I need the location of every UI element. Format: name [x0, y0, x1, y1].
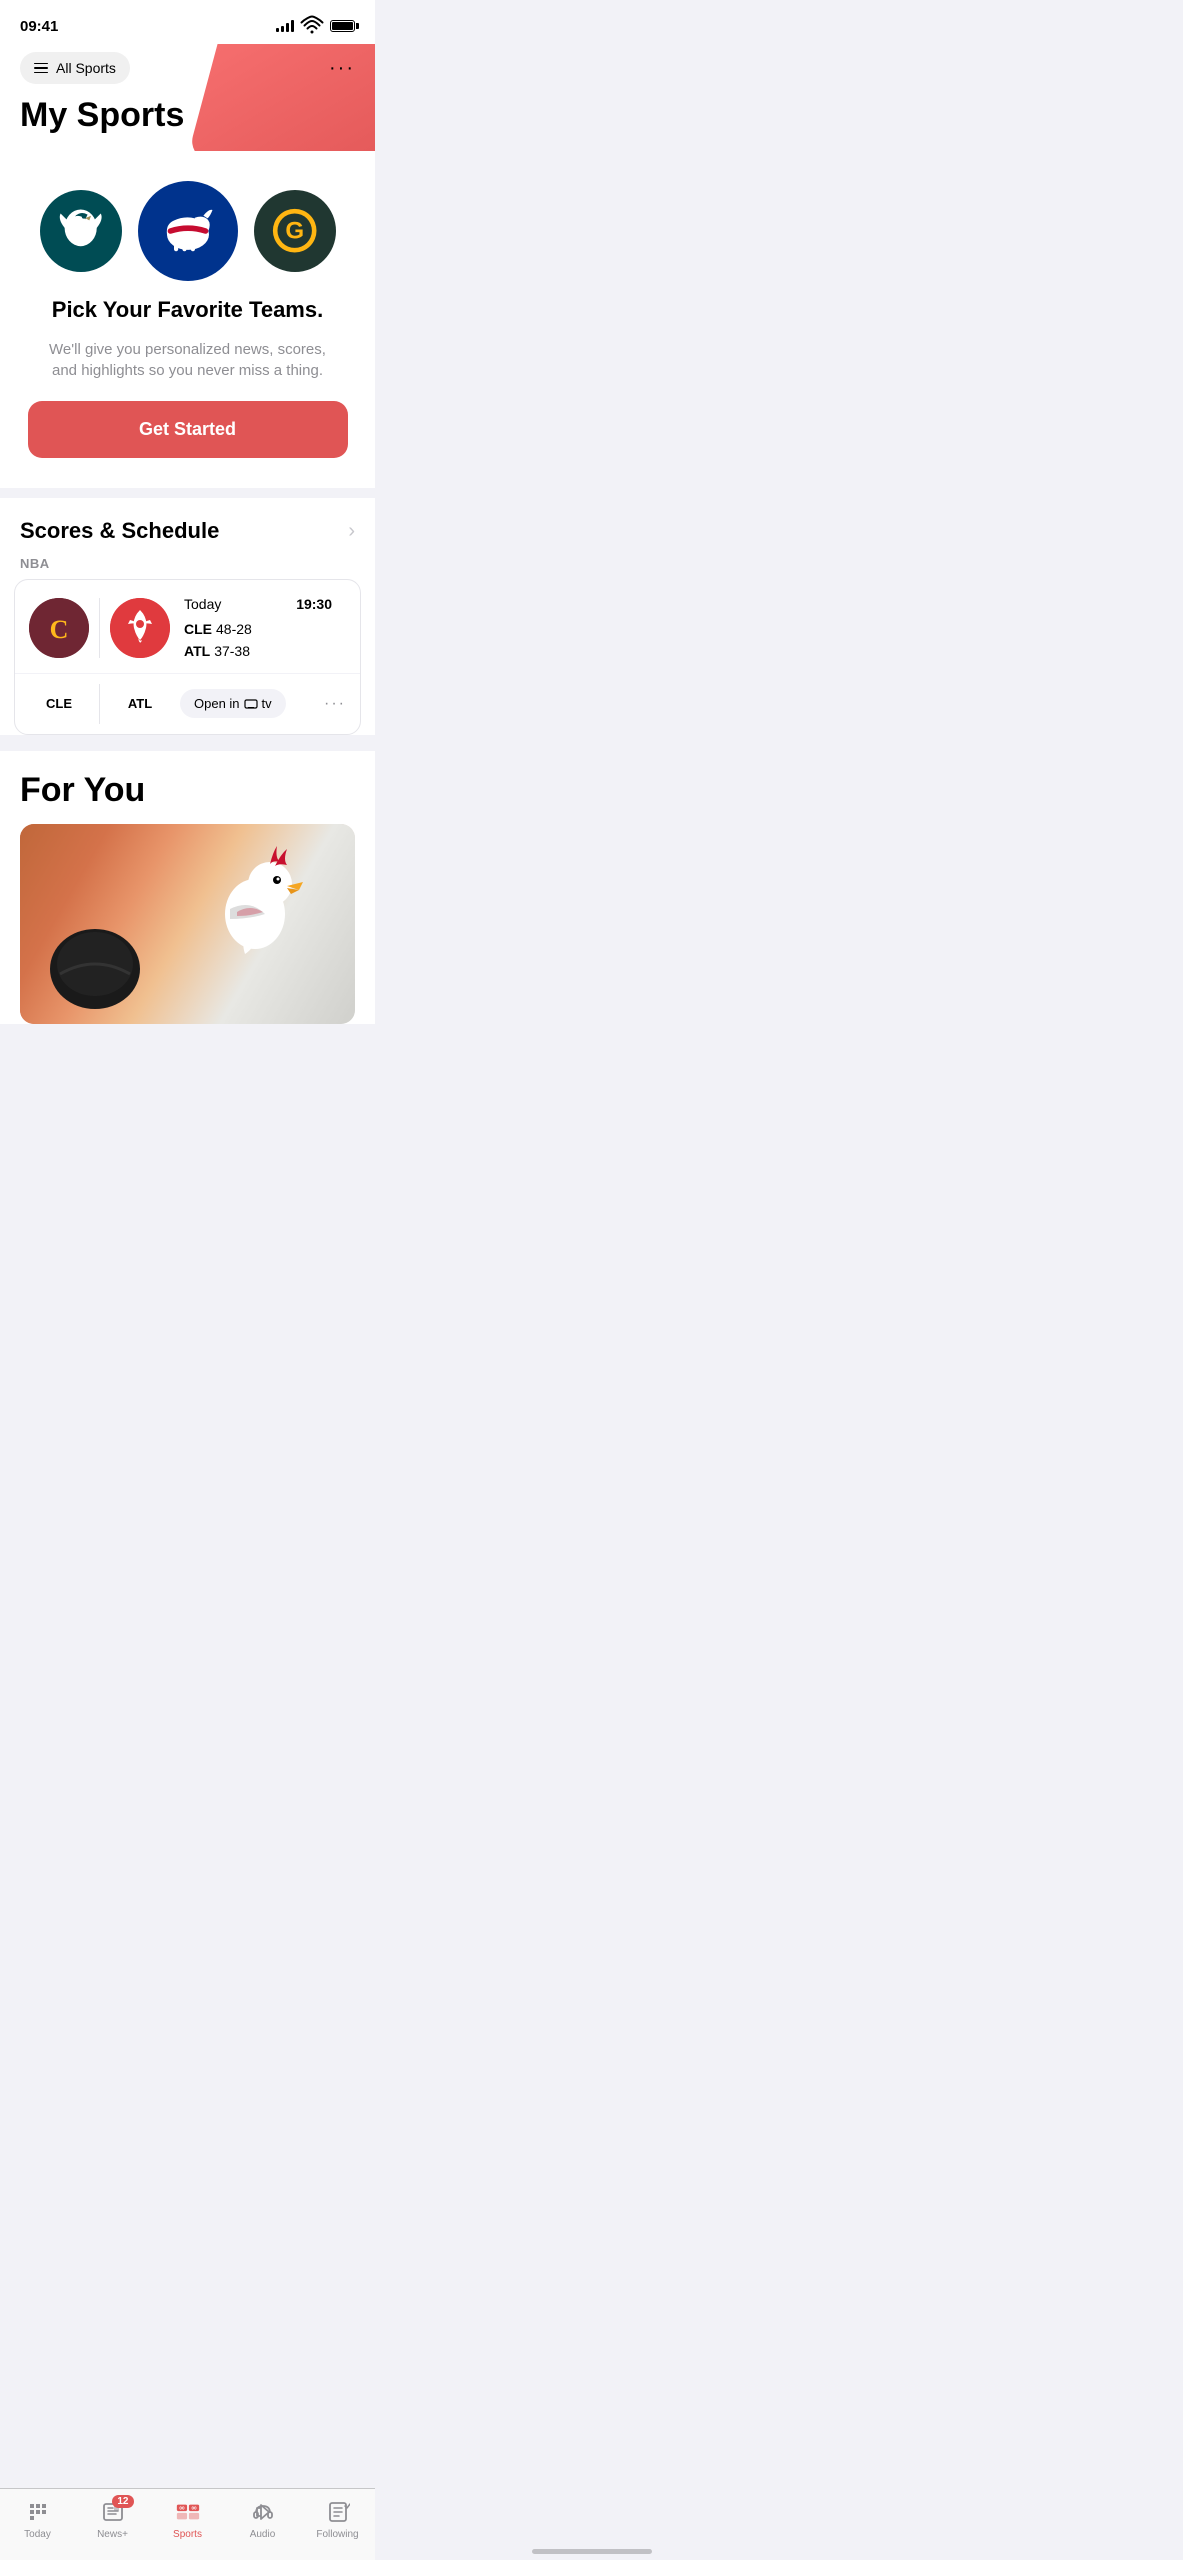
today-icon: [25, 2499, 51, 2525]
status-icons: [276, 14, 355, 38]
footer-divider: [99, 684, 100, 724]
tab-audio[interactable]: Audio: [225, 2497, 300, 2540]
news-card[interactable]: [20, 824, 355, 1024]
tab-sports[interactable]: 00 00 Sports: [150, 2497, 225, 2540]
home-indicator: [532, 2549, 652, 2554]
battery-icon: [330, 20, 355, 32]
sports-icon: 00 00: [175, 2499, 201, 2525]
signal-icon: [276, 20, 294, 32]
header: All Sports ··· My Sports: [0, 44, 375, 151]
team1-name-label: CLE: [29, 696, 89, 711]
tv-text: tv: [262, 696, 272, 711]
eagles-logo: [40, 190, 122, 272]
newsplus-icon: 12: [100, 2499, 126, 2525]
hamburger-icon: [34, 63, 48, 74]
helmet-object: [40, 914, 150, 1014]
status-time: 09:41: [20, 18, 58, 35]
team1-abbr: CLE: [184, 621, 212, 637]
svg-text:00: 00: [179, 2506, 185, 2511]
team-records: CLE48-28 ATL37-38: [184, 618, 332, 663]
svg-text:G: G: [285, 218, 304, 245]
cavaliers-logo: C: [29, 598, 89, 658]
game-card: C: [14, 579, 361, 735]
header-top: All Sports ···: [20, 52, 355, 84]
scores-title: Scores & Schedule: [20, 518, 219, 544]
wifi-icon: [300, 14, 324, 38]
packers-icon: G: [266, 202, 323, 259]
audio-icon: [250, 2499, 276, 2525]
teams-section: G Pick Your Favorite Teams. We'll give y…: [0, 151, 375, 488]
team2-name-label: ATL: [110, 696, 170, 711]
pick-teams-title: Pick Your Favorite Teams.: [52, 297, 323, 323]
svg-text:00: 00: [191, 2506, 197, 2511]
tab-today[interactable]: Today: [0, 2497, 75, 2540]
game-time: 19:30: [296, 596, 332, 612]
all-sports-label: All Sports: [56, 60, 116, 76]
scores-chevron-icon[interactable]: ›: [348, 520, 355, 543]
bills-logo: [138, 181, 238, 281]
eagles-icon: [52, 202, 109, 259]
more-options-button[interactable]: ···: [329, 57, 355, 80]
game-more-button[interactable]: ···: [324, 695, 346, 713]
cavaliers-icon: C: [29, 598, 89, 658]
tab-newsplus[interactable]: 12 News+: [75, 2497, 150, 2540]
newsplus-label: News+: [97, 2529, 128, 2540]
newsplus-badge: 12: [112, 2495, 133, 2508]
news-card-image: [20, 824, 355, 1024]
packers-logo: G: [254, 190, 336, 272]
team-logos: G: [40, 181, 336, 281]
teams-display: C: [29, 594, 170, 663]
bills-icon: [153, 196, 223, 266]
game-date-row: Today 19:30: [184, 596, 332, 612]
game-date: Today: [184, 596, 221, 612]
open-in-tv-label: Open in: [194, 696, 240, 711]
game-info: Today 19:30 CLE48-28 ATL37-38: [170, 594, 346, 663]
cardinals-bird: [195, 844, 315, 974]
tab-bar: Today 12 News+ 00 00 Sports: [0, 2488, 375, 2560]
sports-label: Sports: [173, 2529, 202, 2540]
game-card-header: C: [15, 580, 360, 674]
today-label: Today: [24, 2529, 51, 2540]
open-in-tv-button[interactable]: Open in tv: [180, 689, 286, 718]
audio-label: Audio: [250, 2529, 276, 2540]
team2-abbr: ATL: [184, 643, 210, 659]
following-icon: [325, 2499, 351, 2525]
scores-section: Scores & Schedule › NBA C: [0, 498, 375, 735]
apple-tv-icon: [244, 699, 258, 709]
svg-text:C: C: [50, 615, 69, 644]
scores-header: Scores & Schedule ›: [0, 498, 375, 552]
for-you-section: For You: [0, 751, 375, 1024]
league-label: NBA: [0, 552, 375, 579]
hawks-icon: [110, 598, 170, 658]
game-card-footer: CLE ATL Open in tv ···: [15, 674, 360, 734]
following-label: Following: [316, 2529, 358, 2540]
teams-divider: [99, 598, 100, 658]
team1-record: 48-28: [216, 621, 252, 637]
status-bar: 09:41: [0, 0, 375, 44]
page-title: My Sports: [20, 96, 355, 135]
team2-record: 37-38: [214, 643, 250, 659]
pick-teams-desc: We'll give you personalized news, scores…: [38, 339, 338, 381]
get-started-button[interactable]: Get Started: [28, 401, 348, 458]
all-sports-button[interactable]: All Sports: [20, 52, 130, 84]
hawks-logo: [110, 598, 170, 658]
for-you-title: For You: [20, 771, 355, 810]
tab-following[interactable]: Following: [300, 2497, 375, 2540]
